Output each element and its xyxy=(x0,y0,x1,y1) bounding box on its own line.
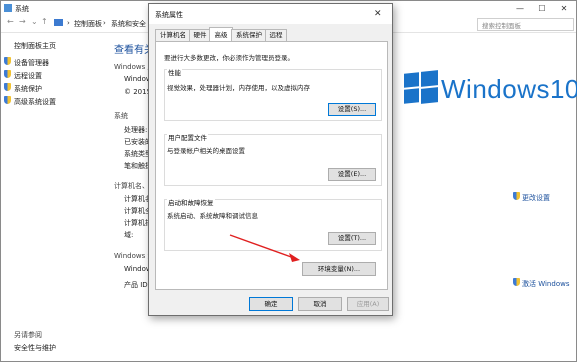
annotation-arrow-icon xyxy=(229,234,300,262)
